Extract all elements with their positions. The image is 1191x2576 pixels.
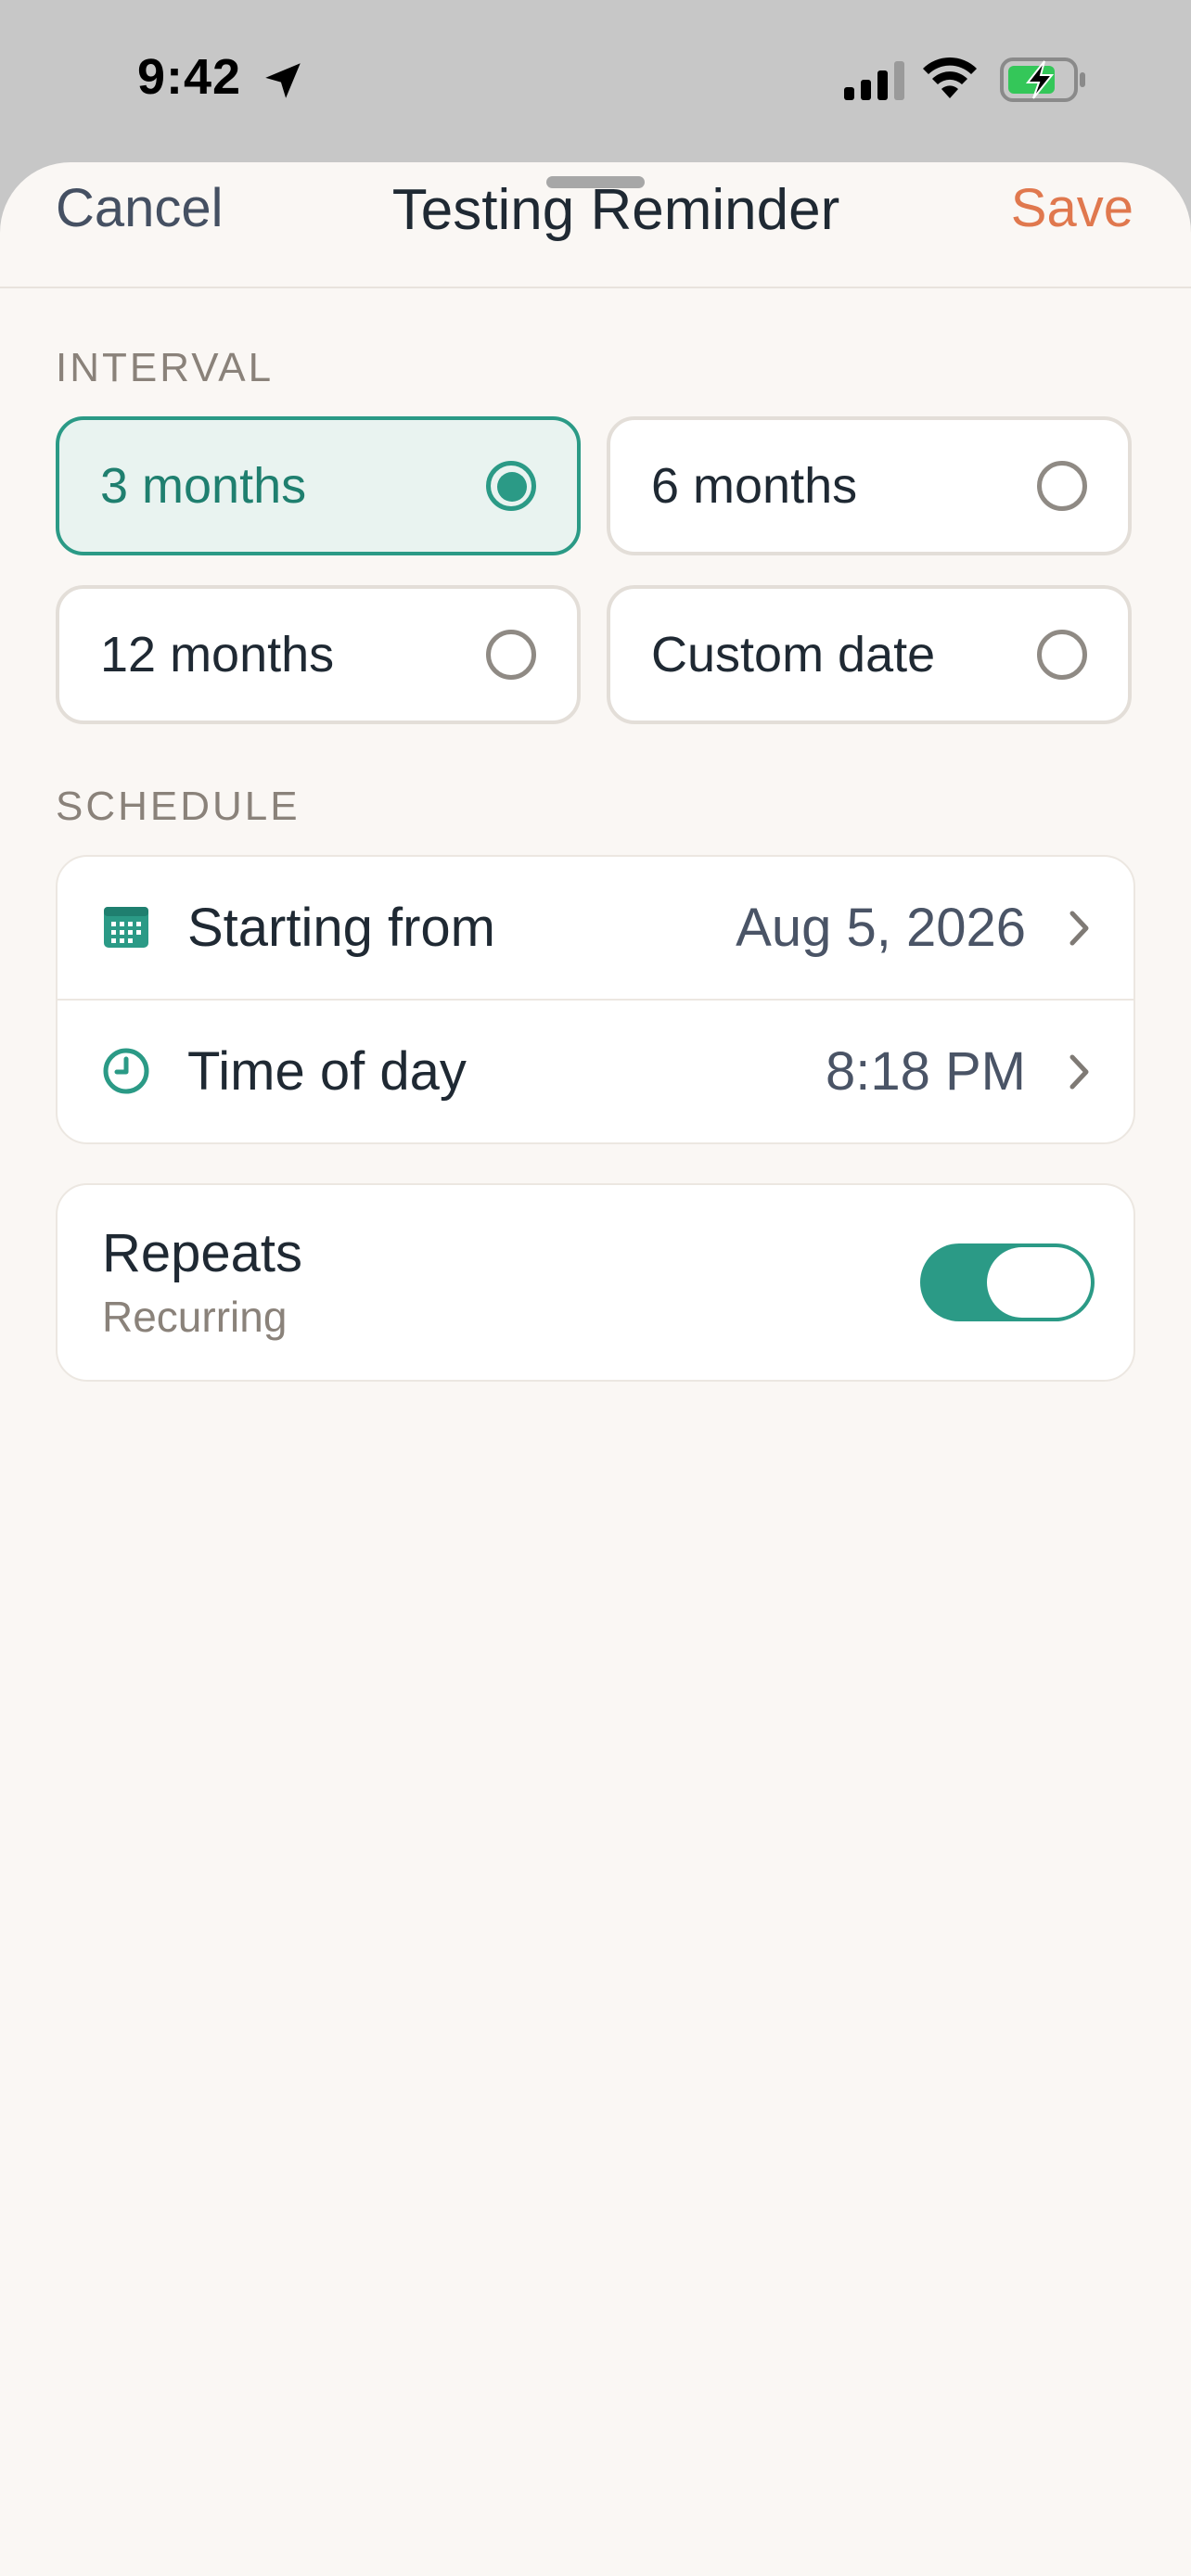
interval-option-custom-date[interactable]: Custom date [607, 585, 1132, 724]
start-date-value: Aug 5, 2026 [736, 898, 1026, 958]
starting-from-row[interactable]: Starting from Aug 5, 2026 [58, 857, 1133, 999]
radio-selected-icon [486, 461, 536, 511]
repeats-toggle[interactable] [920, 1243, 1095, 1321]
wifi-icon [923, 57, 977, 98]
option-label: 6 months [651, 458, 858, 514]
toggle-knob [987, 1247, 1091, 1318]
chevron-right-icon [1069, 911, 1089, 946]
option-label: 12 months [100, 627, 335, 682]
repeats-subtitle: Recurring [102, 1293, 288, 1341]
repeats-card: Repeats Recurring [56, 1183, 1135, 1382]
location-arrow-icon [265, 63, 301, 98]
save-button[interactable]: Save [1011, 177, 1133, 239]
interval-section-label: INTERVAL [56, 345, 275, 390]
schedule-section-label: SCHEDULE [56, 784, 301, 829]
time-value: 8:18 PM [826, 1041, 1026, 1102]
radio-unselected-icon [486, 630, 536, 680]
radio-unselected-icon [1037, 630, 1087, 680]
time-of-day-row[interactable]: Time of day 8:18 PM [58, 1001, 1133, 1142]
battery-charging-icon [1000, 57, 1085, 102]
starting-from-label: Starting from [187, 898, 495, 958]
chevron-right-icon [1069, 1054, 1089, 1090]
status-time: 9:42 [137, 49, 242, 105]
interval-option-12-months[interactable]: 12 months [56, 585, 581, 724]
repeats-title: Repeats [102, 1223, 303, 1283]
interval-option-3-months[interactable]: 3 months [56, 416, 581, 555]
time-of-day-label: Time of day [187, 1041, 467, 1102]
option-label: Custom date [651, 627, 936, 682]
schedule-card: Starting from Aug 5, 2026 Time of day 8:… [56, 855, 1135, 1144]
reminder-sheet: Cancel Testing Reminder Save INTERVAL 3 … [0, 162, 1191, 2576]
option-label: 3 months [100, 458, 307, 514]
interval-option-6-months[interactable]: 6 months [607, 416, 1132, 555]
cellular-signal-icon [844, 61, 904, 100]
calendar-icon [104, 907, 148, 948]
sheet-header: Cancel Testing Reminder Save [0, 162, 1191, 288]
status-bar: 9:42 [0, 0, 1191, 162]
radio-unselected-icon [1037, 461, 1087, 511]
clock-icon [103, 1048, 149, 1094]
